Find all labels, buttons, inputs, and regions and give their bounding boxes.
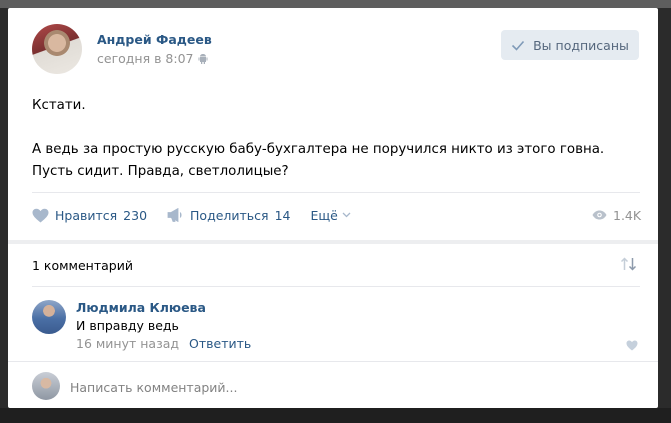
comment-time[interactable]: 16 минут назад <box>76 336 179 351</box>
like-button[interactable]: Нравится 230 <box>32 208 147 223</box>
more-label: Ещё <box>310 207 338 223</box>
eye-icon <box>592 210 607 220</box>
background-window-edge-bottom <box>0 408 671 423</box>
current-user-avatar <box>32 372 60 400</box>
author-avatar[interactable] <box>32 24 82 74</box>
comment-text: И вправду ведь <box>76 318 179 333</box>
post-text-line: Пусть сидит. Правда, светлолицые? <box>32 164 289 179</box>
divider <box>8 361 658 362</box>
post-timestamp[interactable]: сегодня в 8:07 <box>97 51 194 66</box>
post-card: Андрей Фадеев сегодня в 8:07 Вы подписан… <box>8 8 658 408</box>
share-label: Поделиться <box>190 207 269 223</box>
chevron-down-icon <box>342 212 351 218</box>
more-button[interactable]: Ещё <box>310 207 351 223</box>
author-name[interactable]: Андрей Фадеев <box>97 32 212 47</box>
comment-meta: 16 минут назад Ответить <box>76 336 251 351</box>
heart-icon <box>32 208 49 222</box>
megaphone-icon <box>167 208 182 222</box>
comments-count: 1 комментарий <box>32 258 133 273</box>
comment-input[interactable] <box>70 378 630 396</box>
post-text-line: Кстати. <box>32 98 86 113</box>
share-button[interactable]: Поделиться 14 <box>167 208 290 223</box>
background-window-edge <box>0 0 671 8</box>
subscribed-button-label: Вы подписаны <box>533 37 629 53</box>
views-counter: 1.4K <box>592 205 641 225</box>
share-count: 14 <box>274 207 291 223</box>
section-separator <box>8 240 658 244</box>
check-icon <box>512 40 525 51</box>
like-count: 230 <box>123 207 148 223</box>
commenter-name[interactable]: Людмила Клюева <box>76 300 206 315</box>
post-text: Кстати. А ведь за простую русскую бабу-б… <box>32 95 632 183</box>
subscribed-button[interactable]: Вы подписаны <box>501 30 639 60</box>
post-actions: Нравится 230 Поделиться 14 Ещё <box>32 205 640 225</box>
sort-icon[interactable] <box>620 257 638 271</box>
reply-link[interactable]: Ответить <box>189 336 251 351</box>
divider <box>32 192 640 193</box>
views-count: 1.4K <box>613 207 642 223</box>
comment-heart-icon[interactable] <box>626 340 638 351</box>
post-meta: сегодня в 8:07 <box>97 51 208 66</box>
commenter-avatar[interactable] <box>32 300 66 334</box>
post-text-line: А ведь за простую русскую бабу-бухгалтер… <box>32 142 605 157</box>
android-icon <box>198 54 207 64</box>
divider <box>32 286 640 287</box>
like-label: Нравится <box>55 207 118 223</box>
